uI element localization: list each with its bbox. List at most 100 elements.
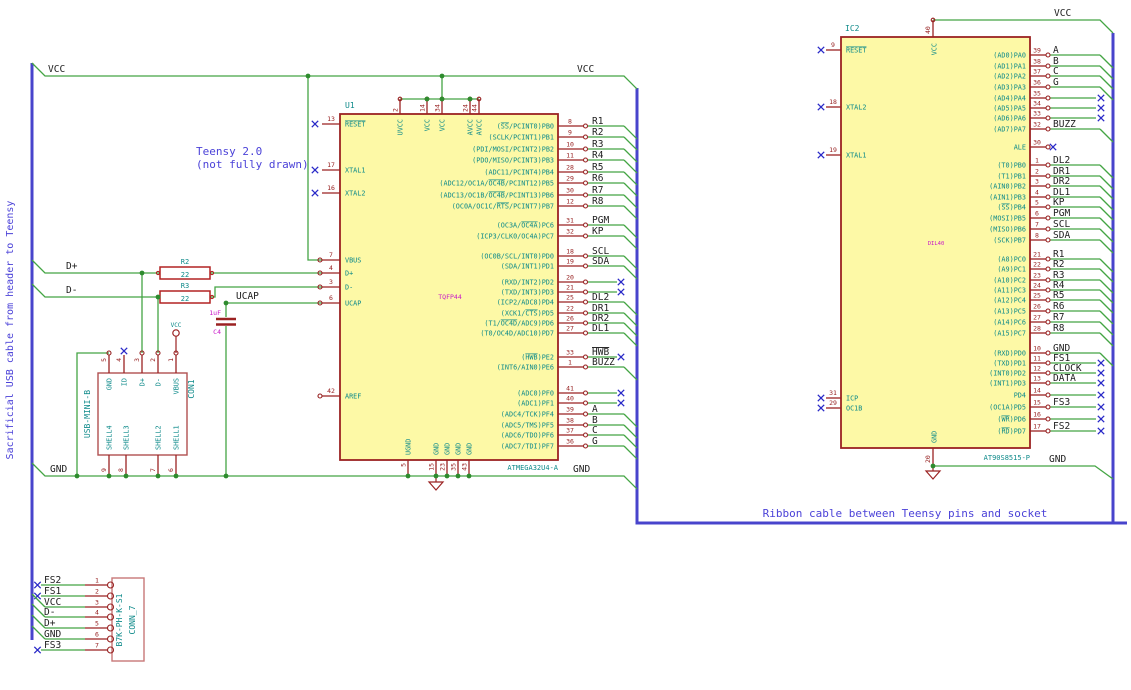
junction-dot (444, 473, 450, 479)
num-text: 36 (566, 438, 574, 446)
name-text: (PDI/MOSI/PCINT2)PB2 (472, 146, 554, 154)
pin-end-circle (582, 432, 589, 438)
wire (623, 413, 638, 428)
name-text: (MISO)PB6 (989, 226, 1026, 234)
ic2-vcc-wire (933, 19, 1114, 34)
num-text: 1 (167, 358, 175, 362)
num-text: 33 (1033, 110, 1041, 118)
no-connect-icon (33, 581, 42, 589)
vcc-label-right: VCC (577, 64, 594, 75)
u1-body[interactable] (339, 113, 559, 461)
name-text: (T1/OC4D/ADC9)PD6 (484, 320, 554, 328)
wire (623, 366, 638, 381)
num-text: 21 (1033, 251, 1041, 259)
name-text: (WR)PD6 (997, 416, 1026, 424)
name-text: (SDA/INT1)PD1 (501, 263, 554, 271)
pin-end-circle (1045, 256, 1051, 262)
r2-value: 22 (181, 271, 189, 279)
name-text: UGND (405, 439, 413, 455)
wire (623, 182, 638, 197)
num-text: 22 (1033, 261, 1041, 269)
name-text: (OC1A)PD5 (989, 404, 1026, 412)
ucap-wire (225, 302, 322, 317)
num-text: 4 (115, 358, 123, 362)
pin-end-circle (1045, 392, 1051, 398)
vcc-rail (31, 62, 638, 90)
name-text: D- (155, 378, 163, 386)
num-text: 4 (1035, 189, 1039, 197)
no-connect-icon (1097, 94, 1105, 102)
pin-end-circle (582, 310, 589, 316)
pin-end-circle (582, 203, 589, 209)
pin-end-circle (582, 146, 589, 152)
pin-end-circle (582, 299, 589, 305)
num-text: 39 (566, 406, 574, 414)
wire (1099, 217, 1114, 232)
no-connect-icon (1097, 391, 1105, 399)
num-text: 23 (1033, 272, 1041, 280)
wire (623, 171, 638, 186)
name-text: XTAL1 (345, 167, 365, 175)
wire (623, 445, 638, 460)
vcc-power-symbol (172, 329, 180, 337)
num-text: 14 (419, 104, 427, 112)
ic2-gnd-wire (933, 465, 1114, 480)
teensy-note-line2: (not fully drawn) (196, 158, 309, 171)
wire (1099, 310, 1114, 325)
num-text: 2 (95, 588, 99, 596)
wire (623, 224, 638, 239)
wire (623, 205, 638, 220)
name-text: ICP (846, 395, 858, 403)
name-text: (PDO/MISO/PCINT3)PB3 (472, 157, 554, 165)
name-text: GND (433, 443, 441, 455)
num-text: 1 (95, 577, 99, 585)
num-text: 3 (95, 599, 99, 607)
no-connect-icon (617, 278, 625, 286)
pin-end-circle (1045, 162, 1051, 168)
name-text: (T0/OC4D/ADC10)PD7 (480, 330, 554, 338)
pin-end-circle (1045, 416, 1051, 422)
num-text: 24 (462, 104, 470, 112)
component-layer (97, 36, 1031, 662)
name-text: (SS/PCINT0)PB0 (497, 123, 554, 131)
pin-end-circle (1045, 287, 1051, 293)
name-text: VBUS (173, 378, 181, 394)
dminus-wire2 (210, 286, 322, 298)
ribbon-note: Ribbon cable between Teensy pins and soc… (763, 507, 1048, 520)
name-text: XTAL2 (846, 104, 866, 112)
num-text: 43 (461, 463, 469, 471)
vcc-to-vbus (307, 76, 322, 261)
num-text: 2 (392, 108, 400, 112)
ic2-ref: IC2 (845, 24, 860, 33)
num-text: 25 (566, 294, 574, 302)
name-text: (A9)PC1 (997, 266, 1026, 274)
ic2-footprint: DIL40 (928, 241, 945, 247)
junction-dot (155, 294, 161, 300)
wire (623, 301, 638, 316)
name-text: (A12)PC4 (993, 297, 1026, 305)
num-text: 38 (1033, 58, 1041, 66)
name-text: (T0)PB0 (997, 162, 1026, 170)
num-text: 32 (1033, 121, 1041, 129)
num-text: 10 (1033, 345, 1041, 353)
num-text: 27 (1033, 314, 1041, 322)
pin-end-circle (1045, 226, 1051, 232)
num-text: 13 (327, 115, 335, 123)
no-connect-icon (1097, 114, 1105, 122)
no-connect-icon (33, 592, 42, 600)
no-connect-icon (817, 103, 825, 111)
num-text: 10 (566, 141, 574, 149)
name-text: (OC3A/OC4A)PC6 (497, 222, 554, 230)
num-text: 14 (1033, 387, 1041, 395)
junction-dot (455, 473, 461, 479)
pin-end-circle (1045, 73, 1051, 79)
no-connect-icon (311, 166, 319, 174)
gnd-label-right: GND (573, 464, 590, 475)
junction-dot (223, 300, 229, 306)
name-text: (A15)PC7 (993, 330, 1026, 338)
num-text: 11 (566, 152, 574, 160)
no-connect-icon (1097, 427, 1105, 435)
dminus-wire (31, 283, 160, 298)
ucap-label: UCAP (236, 291, 259, 302)
num-text: 3 (329, 278, 333, 286)
